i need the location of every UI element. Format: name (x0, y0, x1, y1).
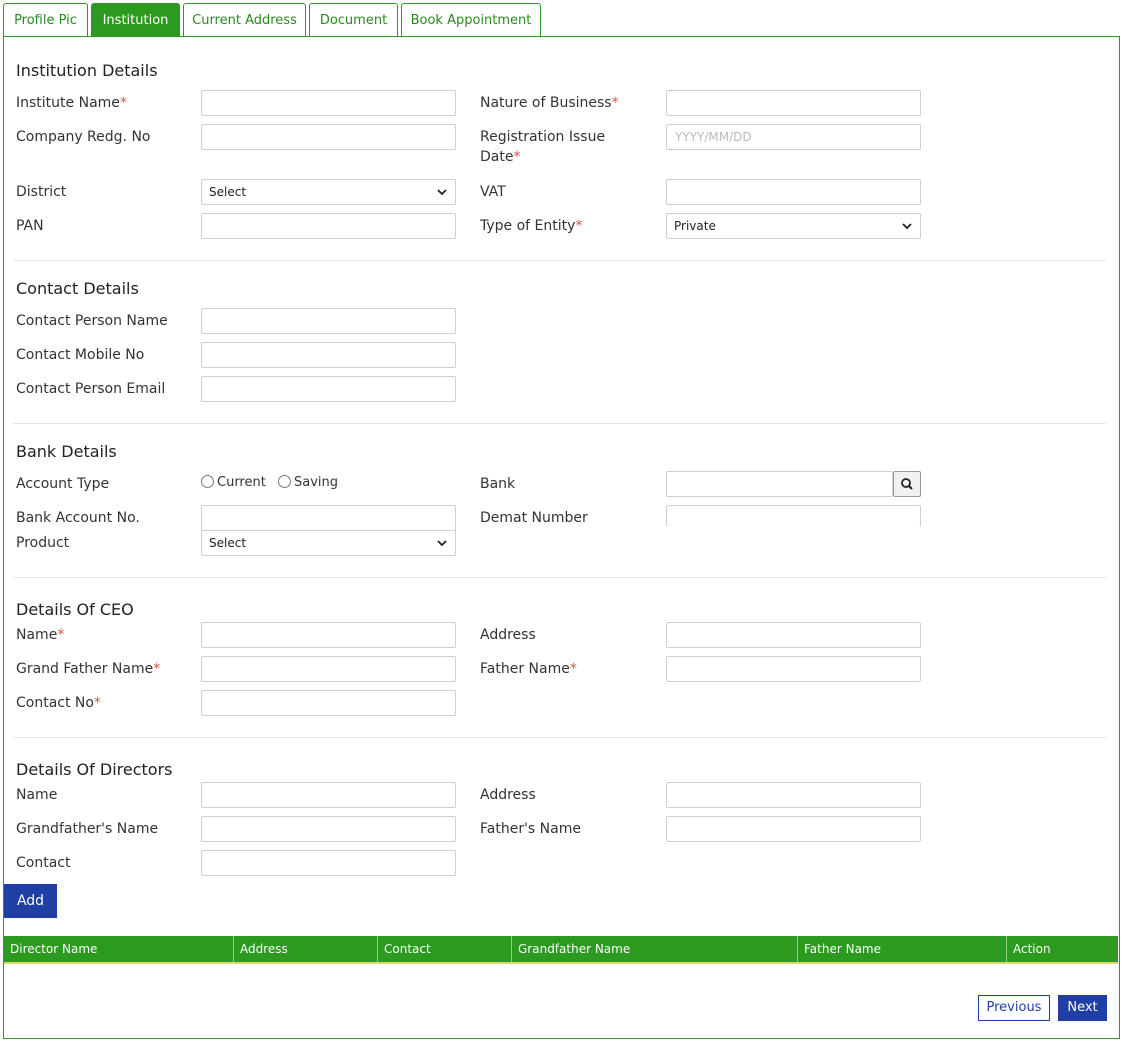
ceo-address-label: Address (480, 627, 536, 643)
account-type-current-radio[interactable] (201, 475, 214, 488)
company-regd-no-label: Company Redg. No (16, 129, 151, 145)
ceo-name-input[interactable] (201, 622, 456, 648)
form-panel (3, 36, 1120, 1039)
bank-account-no-label: Bank Account No. (16, 510, 140, 526)
chevron-down-icon (437, 540, 447, 547)
nature-of-business-input[interactable] (666, 90, 921, 116)
next-button[interactable]: Next (1058, 995, 1107, 1021)
vat-label: VAT (480, 184, 506, 200)
contact-person-name-label: Contact Person Name (16, 313, 168, 329)
nature-of-business-label: Nature of Business* (480, 95, 619, 111)
ceo-contact-no-label: Contact No* (16, 695, 101, 711)
ceo-contact-no-input[interactable] (201, 690, 456, 716)
director-name-input[interactable] (201, 782, 456, 808)
product-select-value: Select (209, 536, 247, 550)
contact-person-email-label: Contact Person Email (16, 381, 166, 397)
chevron-down-icon (902, 223, 912, 230)
district-select[interactable]: Select (201, 179, 456, 205)
pan-label: PAN (16, 218, 44, 234)
account-type-saving-label: Saving (294, 475, 339, 490)
director-grandfather-name-input[interactable] (201, 816, 456, 842)
registration-issue-date-label: Registration Issue Date* (480, 129, 606, 165)
director-grandfather-name-label: Grandfather's Name (16, 821, 159, 837)
bank-search-button[interactable] (893, 471, 921, 497)
column-header-father-name: Father Name (798, 936, 1007, 962)
district-select-value: Select (209, 185, 247, 199)
bank-input[interactable] (666, 471, 893, 497)
director-address-input[interactable] (666, 782, 921, 808)
column-header-address: Address (234, 936, 378, 962)
ceo-details-title: Details Of CEO (16, 600, 134, 619)
company-regd-no-input[interactable] (201, 124, 456, 150)
contact-mobile-no-label: Contact Mobile No (16, 347, 145, 363)
tab-profile-pic[interactable]: Profile Pic (3, 3, 88, 37)
tab-document[interactable]: Document (309, 3, 398, 37)
contact-person-name-input[interactable] (201, 308, 456, 334)
ceo-name-label: Name* (16, 627, 65, 643)
pan-input[interactable] (201, 213, 456, 239)
bank-details-title: Bank Details (16, 442, 117, 461)
ceo-grandfather-name-label: Grand Father Name* (16, 661, 161, 677)
chevron-down-icon (437, 189, 447, 196)
section-divider (13, 737, 1106, 738)
search-icon (901, 478, 913, 490)
column-header-action: Action (1013, 942, 1051, 956)
tab-current-address[interactable]: Current Address (183, 3, 306, 37)
column-header-contact: Contact (378, 936, 512, 962)
account-type-saving-radio[interactable] (278, 475, 291, 488)
ceo-father-name-label: Father Name* (480, 661, 577, 677)
directors-details-title: Details Of Directors (16, 760, 173, 779)
account-type-current-label: Current (217, 475, 266, 490)
type-of-entity-select[interactable]: Private (666, 213, 921, 239)
ceo-grandfather-name-input[interactable] (201, 656, 456, 682)
bank-account-no-input[interactable] (201, 505, 456, 531)
vat-input[interactable] (666, 179, 921, 205)
section-divider (13, 260, 1106, 261)
demat-number-label: Demat Number (480, 510, 588, 526)
institute-name-input[interactable] (201, 90, 456, 116)
director-contact-input[interactable] (201, 850, 456, 876)
director-father-name-label: Father's Name (480, 821, 581, 837)
section-divider (13, 577, 1106, 578)
product-select[interactable]: Select (201, 530, 456, 556)
institution-details-title: Institution Details (16, 61, 158, 80)
product-label: Product (16, 535, 70, 551)
demat-number-input[interactable] (666, 505, 921, 527)
account-type-label: Account Type (16, 476, 110, 492)
add-director-button[interactable]: Add (4, 884, 57, 918)
director-contact-label: Contact (16, 855, 71, 871)
bank-label: Bank (480, 476, 516, 492)
contact-mobile-no-input[interactable] (201, 342, 456, 368)
tab-institution[interactable]: Institution (91, 3, 180, 37)
contact-details-title: Contact Details (16, 279, 139, 298)
previous-button[interactable]: Previous (978, 995, 1050, 1021)
section-divider (13, 423, 1106, 424)
contact-person-email-input[interactable] (201, 376, 456, 402)
director-name-label: Name (16, 787, 58, 803)
district-label: District (16, 184, 67, 200)
directors-table-header: Director Name Address Contact Grandfathe… (4, 936, 1118, 964)
institute-name-label: Institute Name* (16, 95, 127, 111)
column-header-director-name: Director Name (4, 936, 234, 962)
ceo-father-name-input[interactable] (666, 656, 921, 682)
tab-book-appointment[interactable]: Book Appointment (401, 3, 541, 37)
type-of-entity-label: Type of Entity* (480, 218, 583, 234)
director-address-label: Address (480, 787, 536, 803)
registration-issue-date-input[interactable] (666, 124, 921, 150)
director-father-name-input[interactable] (666, 816, 921, 842)
ceo-address-input[interactable] (666, 622, 921, 648)
column-header-grandfather-name: Grandfather Name (512, 936, 798, 962)
type-of-entity-value: Private (674, 219, 716, 233)
